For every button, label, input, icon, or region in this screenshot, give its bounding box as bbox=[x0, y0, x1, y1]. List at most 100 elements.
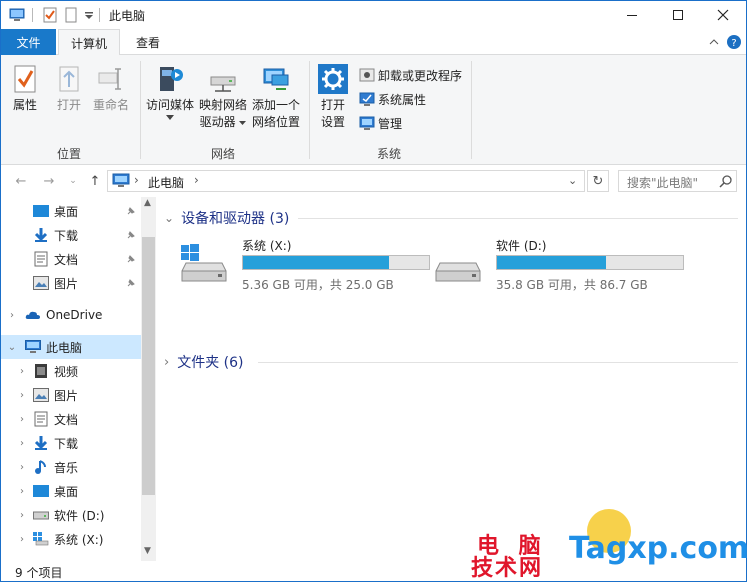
nav-item-label: 视频 bbox=[54, 364, 79, 379]
group-label-system: 系统 bbox=[377, 147, 402, 161]
pin-icon[interactable] bbox=[125, 205, 137, 217]
nav-item-onedrive[interactable]: › OneDrive bbox=[1, 303, 141, 327]
picture-icon bbox=[33, 275, 49, 291]
scroll-down-icon[interactable]: ▼ bbox=[144, 546, 151, 556]
computer-icon[interactable] bbox=[9, 7, 25, 23]
properties-icon bbox=[9, 63, 41, 95]
breadcrumb[interactable]: 此电脑 bbox=[148, 174, 184, 191]
collapse-chevron-icon[interactable]: ⌄ bbox=[7, 342, 17, 353]
rename-button[interactable]: 重命名 bbox=[93, 63, 129, 114]
close-button[interactable] bbox=[700, 1, 746, 29]
navigation-bar: ← → ⌄ ↑ › 此电脑 › ⌄ ↻ 搜索"此电脑" bbox=[1, 165, 746, 197]
nav-item-downloads-pc[interactable]: › 下载 bbox=[1, 431, 141, 455]
nav-item-this-pc[interactable]: ⌄ 此电脑 bbox=[1, 335, 141, 359]
expand-chevron-icon[interactable]: › bbox=[17, 438, 27, 449]
tab-view[interactable]: 查看 bbox=[123, 29, 173, 56]
expand-chevron-icon[interactable]: › bbox=[17, 366, 27, 377]
new-folder-icon[interactable] bbox=[63, 7, 79, 23]
cloud-icon bbox=[25, 307, 41, 323]
nav-scrollbar-thumb[interactable] bbox=[142, 237, 155, 495]
forward-arrow-icon[interactable]: → bbox=[41, 173, 57, 189]
open-settings-label: 打开 设置 bbox=[320, 98, 345, 129]
tab-file[interactable]: 文件 bbox=[1, 29, 56, 55]
customize-dropdown-icon[interactable] bbox=[83, 7, 95, 23]
nav-item-music[interactable]: › 音乐 bbox=[1, 455, 141, 479]
open-settings-button[interactable]: 打开 设置 bbox=[317, 63, 349, 131]
maximize-button[interactable] bbox=[655, 1, 701, 29]
properties-label: 属性 bbox=[12, 98, 37, 112]
tab-computer[interactable]: 计算机 bbox=[58, 29, 120, 56]
picture-icon bbox=[33, 387, 49, 403]
minimize-button[interactable] bbox=[609, 1, 655, 29]
system-properties-button[interactable]: 系统属性 bbox=[359, 89, 426, 109]
nav-item-drive-x[interactable]: › 系统 (X:) bbox=[1, 527, 141, 551]
expand-chevron-icon[interactable]: › bbox=[17, 462, 27, 473]
expand-chevron-icon[interactable]: › bbox=[17, 414, 27, 425]
recent-locations-icon[interactable]: ⌄ bbox=[65, 173, 81, 189]
nav-item-downloads[interactable]: 下载 bbox=[1, 223, 141, 247]
nav-item-label: 下载 bbox=[54, 228, 79, 243]
manage-label: 管理 bbox=[378, 116, 403, 131]
up-arrow-icon[interactable]: ↑ bbox=[87, 173, 103, 189]
video-icon bbox=[33, 363, 49, 379]
expand-chevron-icon[interactable]: › bbox=[17, 390, 27, 401]
nav-item-pictures-pc[interactable]: › 图片 bbox=[1, 383, 141, 407]
help-icon[interactable]: ? bbox=[725, 33, 743, 51]
pin-icon[interactable] bbox=[125, 253, 137, 265]
nav-item-label: 桌面 bbox=[54, 484, 79, 499]
expand-chevron-icon[interactable]: › bbox=[17, 534, 27, 545]
add-network-location-button[interactable]: 添加一个 网络位置 bbox=[252, 63, 300, 131]
refresh-button[interactable]: ↻ bbox=[587, 170, 609, 192]
nav-scrollbar[interactable]: ▲ ▼ bbox=[141, 197, 156, 561]
nav-item-desktop[interactable]: 桌面 bbox=[1, 199, 141, 223]
breadcrumb-chevron-icon[interactable]: › bbox=[194, 173, 199, 187]
manage-button[interactable]: 管理 bbox=[359, 113, 402, 133]
properties-button[interactable]: 属性 bbox=[9, 63, 41, 114]
uninstall-programs-button[interactable]: 卸载或更改程序 bbox=[359, 65, 462, 85]
group-header-folders[interactable]: › 文件夹 (6) bbox=[164, 351, 243, 373]
back-arrow-icon[interactable]: ← bbox=[13, 173, 29, 189]
nav-item-videos[interactable]: › 视频 bbox=[1, 359, 141, 383]
nav-item-label: 文档 bbox=[54, 252, 79, 267]
nav-item-label: 下载 bbox=[54, 436, 79, 451]
ribbon-separator bbox=[140, 61, 141, 159]
scroll-up-icon[interactable]: ▲ bbox=[144, 198, 151, 208]
drive-tile-d[interactable]: 软件 (D:) 35.8 GB 可用，共 86.7 GB bbox=[434, 237, 694, 292]
nav-item-documents[interactable]: 文档 bbox=[1, 247, 141, 271]
address-bar[interactable]: › 此电脑 › ⌄ bbox=[107, 170, 585, 192]
open-button[interactable]: 打开 bbox=[53, 63, 85, 114]
address-dropdown-icon[interactable]: ⌄ bbox=[568, 174, 577, 187]
close-icon bbox=[717, 9, 729, 21]
nav-item-drive-d[interactable]: › 软件 (D:) bbox=[1, 503, 141, 527]
breadcrumb-chevron-icon[interactable]: › bbox=[134, 173, 139, 187]
desktop-icon bbox=[33, 203, 49, 219]
ribbon-separator bbox=[471, 61, 472, 159]
rename-label: 重命名 bbox=[93, 98, 130, 112]
map-network-drive-button[interactable]: 映射网络 驱动器 bbox=[199, 63, 247, 131]
network-location-icon bbox=[260, 63, 292, 95]
watermark-text: Tagxp.com bbox=[569, 531, 747, 566]
nav-item-documents-pc[interactable]: › 文档 bbox=[1, 407, 141, 431]
expand-chevron-icon[interactable]: › bbox=[17, 510, 27, 521]
pin-icon[interactable] bbox=[125, 277, 137, 289]
explorer-window: 此电脑 文件 计算机 查看 ? 属性 打开 重命名 位置 访问媒体 映射网络 驱… bbox=[0, 0, 747, 582]
nav-item-label: 桌面 bbox=[54, 204, 79, 219]
access-media-button[interactable]: 访问媒体 bbox=[146, 63, 194, 121]
pin-icon[interactable] bbox=[125, 229, 137, 241]
drive-tile-x[interactable]: 系统 (X:) 5.36 GB 可用，共 25.0 GB bbox=[180, 237, 440, 292]
collapse-ribbon-icon[interactable] bbox=[705, 33, 723, 51]
nav-item-desktop-pc[interactable]: › 桌面 bbox=[1, 479, 141, 503]
search-input[interactable]: 搜索"此电脑" bbox=[618, 170, 737, 192]
nav-item-pictures[interactable]: 图片 bbox=[1, 271, 141, 295]
collapse-chevron-icon[interactable]: ⌄ bbox=[164, 211, 174, 225]
nav-item-label: 图片 bbox=[54, 388, 79, 403]
expand-chevron-icon[interactable]: › bbox=[7, 310, 17, 321]
nav-item-label: 此电脑 bbox=[46, 340, 83, 355]
group-header-devices[interactable]: ⌄ 设备和驱动器 (3) bbox=[164, 207, 289, 229]
expand-chevron-icon[interactable]: › bbox=[17, 486, 27, 497]
navigation-pane: 桌面 下载 文档 图片 › OneDrive ⌄ 此电脑 › 视频 › 图片 ›… bbox=[1, 197, 157, 561]
maximize-icon bbox=[673, 10, 683, 20]
properties-check-icon[interactable] bbox=[42, 7, 58, 23]
expand-chevron-icon[interactable]: › bbox=[164, 355, 169, 370]
nav-item-label: 软件 (D:) bbox=[54, 508, 105, 523]
